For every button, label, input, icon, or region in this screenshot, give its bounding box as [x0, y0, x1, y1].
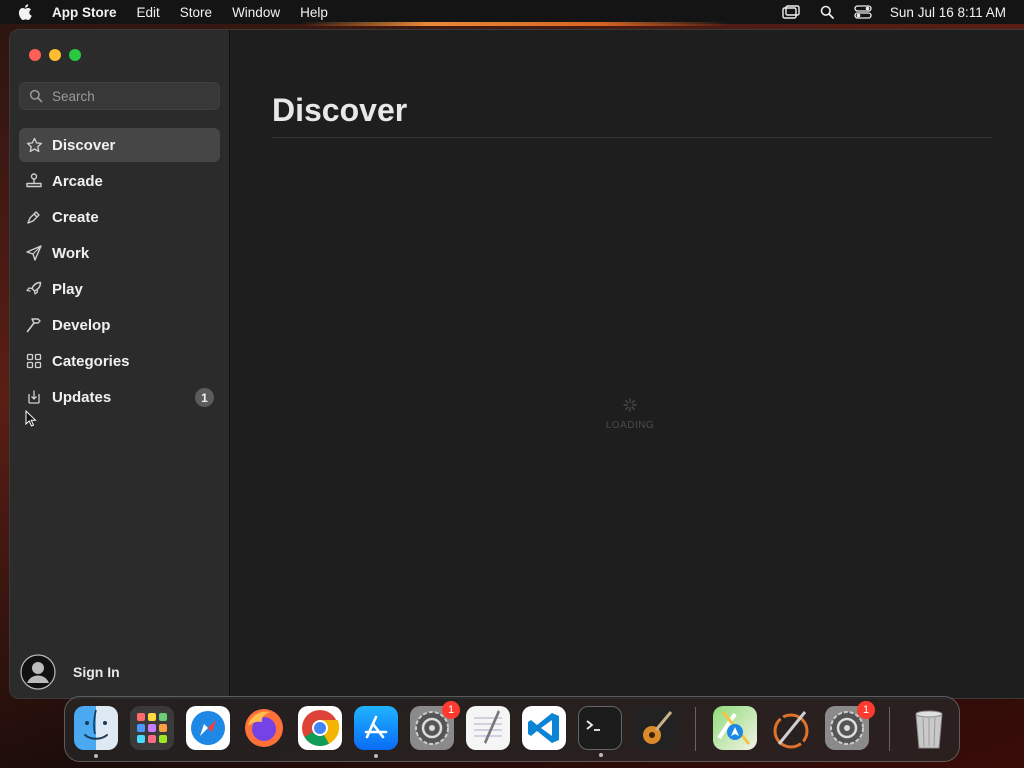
- close-button[interactable]: [29, 49, 41, 61]
- trash-icon: [915, 710, 943, 749]
- loading-indicator: LOADING: [590, 398, 670, 431]
- firefox-icon: [245, 709, 283, 747]
- dock-safari[interactable]: [186, 706, 230, 750]
- vscode-icon: [528, 713, 559, 743]
- sidebar-nav: Discover Arcade Create Work Play Develop…: [19, 128, 220, 416]
- download-icon: [25, 388, 43, 406]
- brush-icon: [25, 208, 43, 226]
- notification-badge: 1: [857, 701, 875, 719]
- notification-badge: 1: [442, 701, 460, 719]
- sidebar-item-updates[interactable]: Updates 1: [19, 380, 220, 414]
- menu-bar: App Store Edit Store Window Help Sun Jul…: [0, 0, 1024, 24]
- sidebar-item-develop[interactable]: Develop: [19, 308, 220, 342]
- dock-finder[interactable]: [74, 706, 118, 758]
- avatar-icon: [20, 654, 56, 690]
- sidebar-item-discover[interactable]: Discover: [19, 128, 220, 162]
- app-store-window: Discover Arcade Create Work: [9, 29, 1024, 699]
- sidebar-item-play[interactable]: Play: [19, 272, 220, 306]
- search-icon: [29, 89, 43, 103]
- launchpad-icon: [137, 713, 167, 743]
- sidebar-item-label: Play: [52, 280, 83, 298]
- sign-in-label: Sign In: [73, 664, 120, 680]
- spinner-icon: [623, 398, 637, 412]
- dock-separator: [889, 707, 890, 751]
- dock-separator: [695, 707, 696, 751]
- dock-app-store[interactable]: [354, 706, 398, 758]
- screen-mirroring-icon[interactable]: [782, 5, 800, 19]
- dock-trash[interactable]: [907, 706, 951, 750]
- main-content: Discover LOADING: [230, 30, 1024, 698]
- dock: 1 1: [64, 696, 960, 762]
- dock-firefox[interactable]: [242, 706, 286, 750]
- spotlight-search-icon[interactable]: [818, 5, 836, 19]
- running-indicator: [374, 754, 378, 758]
- safari-icon: [191, 711, 225, 745]
- sidebar: Discover Arcade Create Work: [10, 30, 230, 698]
- terminal-icon: [586, 720, 600, 731]
- updates-count-badge: 1: [195, 388, 214, 407]
- joystick-icon: [25, 172, 43, 190]
- menu-store[interactable]: Store: [180, 5, 212, 20]
- sidebar-item-create[interactable]: Create: [19, 200, 220, 234]
- finder-icon: [84, 709, 108, 740]
- window-controls: [29, 49, 81, 61]
- dock-system-settings-2[interactable]: 1: [825, 701, 875, 750]
- app-store-icon: [364, 715, 388, 739]
- chrome-icon: [302, 710, 340, 747]
- dock-vscode[interactable]: [522, 706, 566, 750]
- hammer-icon: [25, 316, 43, 334]
- sidebar-item-arcade[interactable]: Arcade: [19, 164, 220, 198]
- sidebar-item-label: Categories: [52, 352, 130, 370]
- title-divider: [272, 137, 992, 138]
- dock-xcode[interactable]: [769, 706, 813, 750]
- grid-icon: [25, 352, 43, 370]
- page-title: Discover: [272, 92, 408, 128]
- sidebar-item-label: Arcade: [52, 172, 103, 190]
- minimize-button[interactable]: [49, 49, 61, 61]
- control-center-icon[interactable]: [854, 5, 872, 19]
- sidebar-item-work[interactable]: Work: [19, 236, 220, 270]
- sidebar-item-label: Develop: [52, 316, 111, 334]
- mouse-cursor-icon: [25, 410, 37, 427]
- sidebar-item-label: Updates: [52, 388, 112, 406]
- wallpaper-glow: [300, 22, 730, 26]
- apple-menu-icon[interactable]: [18, 4, 34, 20]
- menu-clock[interactable]: Sun Jul 16 8:11 AM: [890, 5, 1006, 20]
- maps-icon: [717, 711, 751, 745]
- dock-system-settings[interactable]: 1: [410, 701, 460, 750]
- menu-edit[interactable]: Edit: [137, 5, 160, 20]
- sidebar-item-categories[interactable]: Categories: [19, 344, 220, 378]
- sidebar-item-label: Create: [52, 208, 99, 226]
- menu-help[interactable]: Help: [300, 5, 328, 20]
- dock-chrome[interactable]: [298, 706, 342, 750]
- star-icon: [25, 136, 43, 154]
- maximize-button[interactable]: [69, 49, 81, 61]
- xcode-icon: [773, 711, 809, 749]
- running-indicator: [599, 753, 603, 757]
- sidebar-item-label: Work: [52, 244, 90, 262]
- dock-garageband[interactable]: [634, 706, 678, 750]
- paper-plane-icon: [25, 244, 43, 262]
- menu-app-name[interactable]: App Store: [52, 5, 117, 20]
- dock-launchpad[interactable]: [130, 706, 174, 750]
- menu-window[interactable]: Window: [232, 5, 280, 20]
- garageband-icon: [643, 711, 673, 744]
- dock-textedit[interactable]: [466, 706, 510, 750]
- running-indicator: [94, 754, 98, 758]
- textedit-icon: [474, 710, 502, 744]
- sign-in-button[interactable]: Sign In: [20, 654, 120, 690]
- dock-maps[interactable]: [713, 706, 757, 750]
- sidebar-item-label: Discover: [52, 136, 116, 154]
- dock-terminal[interactable]: [578, 706, 622, 757]
- search-input[interactable]: [52, 88, 212, 104]
- search-field[interactable]: [19, 82, 220, 110]
- loading-label: LOADING: [605, 420, 655, 431]
- rocket-icon: [25, 280, 43, 298]
